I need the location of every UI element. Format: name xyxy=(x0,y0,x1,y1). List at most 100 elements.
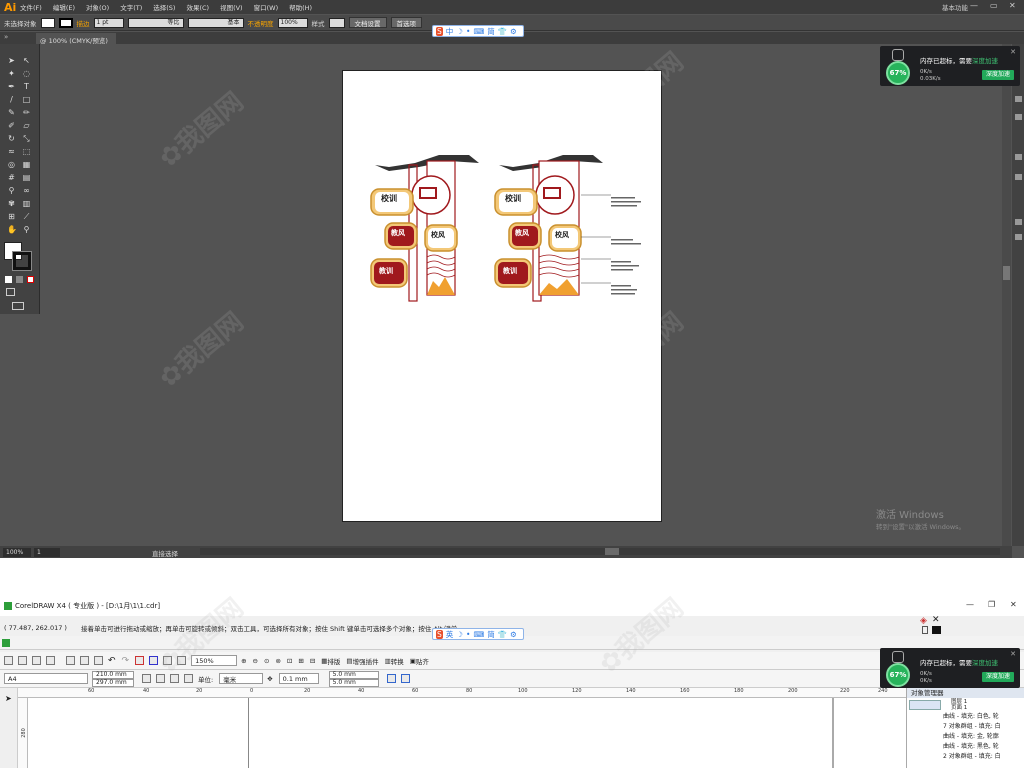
symbols-panel-icon[interactable] xyxy=(1015,174,1022,180)
arrange-button[interactable]: ▦ 排版 xyxy=(321,656,340,666)
line-tool-icon[interactable]: / xyxy=(7,95,16,104)
menu-edit[interactable]: 编辑(E) xyxy=(53,2,75,12)
zoom-width-icon[interactable]: ⊞ xyxy=(298,657,303,665)
graph-tool-icon[interactable]: ▥ xyxy=(22,199,31,208)
om-object-row[interactable]: 曲线 - 填充: 白色, 轮 xyxy=(907,712,1024,722)
zoom-out-icon[interactable]: ⊖ xyxy=(253,657,258,665)
blend-tool-icon[interactable]: ∞ xyxy=(22,186,31,195)
screen-mode-icon[interactable] xyxy=(12,302,24,310)
eraser-tool-icon[interactable]: ▱ xyxy=(22,121,31,130)
zoom-tool-icon[interactable]: ⚲ xyxy=(22,225,31,234)
ime-simplified[interactable]: 简 xyxy=(487,26,495,37)
menu-help[interactable]: 帮助(H) xyxy=(289,2,312,12)
artboard-nav-field[interactable]: 1 xyxy=(34,547,60,557)
snap-button[interactable]: ▣ 贴齐 xyxy=(410,656,429,666)
print-icon[interactable] xyxy=(46,656,55,665)
ime-settings-icon[interactable]: ⚙ xyxy=(510,630,517,639)
stroke-weight-field[interactable]: 1 pt xyxy=(93,17,124,28)
menu-type[interactable]: 文字(T) xyxy=(120,2,142,12)
new-icon[interactable] xyxy=(4,656,13,665)
om-page[interactable]: 页面 1 xyxy=(951,705,967,711)
no-fill-icon[interactable]: ✕ xyxy=(932,615,942,625)
fill-swatch[interactable] xyxy=(40,17,55,28)
vertical-scrollbar[interactable] xyxy=(1002,44,1011,546)
duplicate-x-field[interactable]: 5.0 mm xyxy=(328,670,379,679)
rotate-tool-icon[interactable]: ↻ xyxy=(7,134,16,143)
plugin-button[interactable]: ▤ 增强插件 xyxy=(346,656,378,666)
warp-tool-icon[interactable]: ≈ xyxy=(7,147,16,156)
artboard[interactable]: 校训 教风 校风 教训 校训 教风 校风 教训 xyxy=(342,70,662,522)
slice-tool-icon[interactable]: ⟋ xyxy=(22,212,31,221)
paper-size-dropdown[interactable]: A4 xyxy=(4,673,88,684)
zoom-field[interactable]: 100% xyxy=(3,547,31,557)
maximize-icon[interactable]: ▭ xyxy=(990,1,998,10)
nudge-field[interactable]: 0.1 mm xyxy=(278,673,319,684)
brushes-panel-icon[interactable] xyxy=(1015,154,1022,160)
cd-close-icon[interactable]: ✕ xyxy=(1010,600,1017,609)
ime-keyboard-icon[interactable]: ⌨ xyxy=(473,27,484,36)
popup-link[interactable]: 深度加速 xyxy=(972,659,998,667)
ime-simplified[interactable]: 简 xyxy=(487,629,495,640)
zoom-in-icon[interactable]: ⊕ xyxy=(241,657,246,665)
deep-accelerate-button[interactable]: 深度加速 xyxy=(982,672,1014,682)
layers-panel-icon[interactable] xyxy=(1015,234,1022,240)
menu-object[interactable]: 对象(O) xyxy=(86,2,109,12)
opacity-field[interactable]: 100% xyxy=(277,17,308,28)
om-object-row[interactable]: 曲线 - 填充: 黑色, 轮 xyxy=(907,742,1024,752)
page-width-field[interactable]: 210.0 mm xyxy=(92,670,134,679)
workspace-switcher[interactable]: 基本功能 xyxy=(942,2,968,12)
stroke-panel-icon[interactable] xyxy=(1015,219,1022,225)
eyedropper-tool-icon[interactable]: ⚲ xyxy=(7,186,16,195)
draw-mode-icon[interactable] xyxy=(6,288,15,296)
ime-skin-icon[interactable]: 👕 xyxy=(498,630,507,639)
redo-icon[interactable]: ↷ xyxy=(122,656,130,666)
zoom-page-icon[interactable]: ⊡ xyxy=(287,657,292,665)
brush-dropdown[interactable]: 基本 xyxy=(187,17,244,28)
direct-selection-tool-icon[interactable]: ↖ xyxy=(22,56,31,65)
om-object-row[interactable]: 2 对象群组 - 填充: 白 xyxy=(907,752,1024,762)
ime-language[interactable]: 中 xyxy=(446,26,454,37)
popup-close-icon[interactable]: ✕ xyxy=(1010,48,1016,56)
type-tool-icon[interactable]: T xyxy=(22,82,31,91)
zoom-all-icon[interactable]: ⊚ xyxy=(275,657,280,665)
document-setup-button[interactable]: 文档设置 xyxy=(348,17,387,28)
symbol-sprayer-icon[interactable]: ✾ xyxy=(7,199,16,208)
treat-as-filled-icon[interactable] xyxy=(386,674,396,683)
close-icon[interactable]: ✕ xyxy=(1009,1,1016,10)
perspective-grid-icon[interactable]: ▦ xyxy=(22,160,31,169)
ime-toolbar-bottom[interactable]: S 英 ☽ • ⌨ 简 👕 ⚙ xyxy=(432,628,524,640)
menu-file[interactable]: 文件(F) xyxy=(20,2,42,12)
zoom-selected-icon[interactable]: ⊙ xyxy=(264,657,269,665)
horizontal-scroll-thumb[interactable] xyxy=(605,548,619,555)
om-object-row[interactable]: 7 对象群组 - 填充: 白 xyxy=(907,722,1024,732)
units-dropdown[interactable]: 毫米 xyxy=(219,673,264,684)
free-transform-icon[interactable]: ⬚ xyxy=(22,147,31,156)
snap-settings-icon[interactable] xyxy=(400,674,410,683)
undo-icon[interactable]: ↶ xyxy=(108,656,116,666)
pencil-tool-icon[interactable]: ✏ xyxy=(22,108,31,117)
popup-close-icon[interactable]: ✕ xyxy=(1010,650,1016,658)
menu-window[interactable]: 窗口(W) xyxy=(254,2,279,12)
minimize-icon[interactable]: — xyxy=(970,1,978,10)
popup-link[interactable]: 深度加速 xyxy=(972,57,998,65)
deep-accelerate-button[interactable]: 深度加速 xyxy=(982,70,1014,80)
vertical-scroll-thumb[interactable] xyxy=(1003,266,1010,280)
save-icon[interactable] xyxy=(32,656,41,665)
magic-wand-icon[interactable]: ✦ xyxy=(7,69,16,78)
paintbrush-tool-icon[interactable]: ✎ xyxy=(7,108,16,117)
ime-language[interactable]: 英 xyxy=(446,629,454,640)
menu-select[interactable]: 选择(S) xyxy=(153,2,175,12)
copy-icon[interactable] xyxy=(80,656,89,665)
blob-brush-icon[interactable]: ✐ xyxy=(7,121,16,130)
page-height-field[interactable]: 297.0 mm xyxy=(92,678,134,687)
ime-keyboard-icon[interactable]: ⌨ xyxy=(473,630,484,639)
paste-icon[interactable] xyxy=(94,656,103,665)
ime-skin-icon[interactable]: 👕 xyxy=(498,27,507,36)
cd-restore-icon[interactable]: ❐ xyxy=(988,600,995,609)
hand-tool-icon[interactable]: ✋ xyxy=(7,225,17,234)
current-page-icon[interactable] xyxy=(184,674,193,683)
ime-punct[interactable]: • xyxy=(466,630,470,639)
om-view-buttons[interactable] xyxy=(909,700,941,710)
open-icon[interactable] xyxy=(18,656,27,665)
horizontal-scrollbar[interactable] xyxy=(200,548,1000,555)
